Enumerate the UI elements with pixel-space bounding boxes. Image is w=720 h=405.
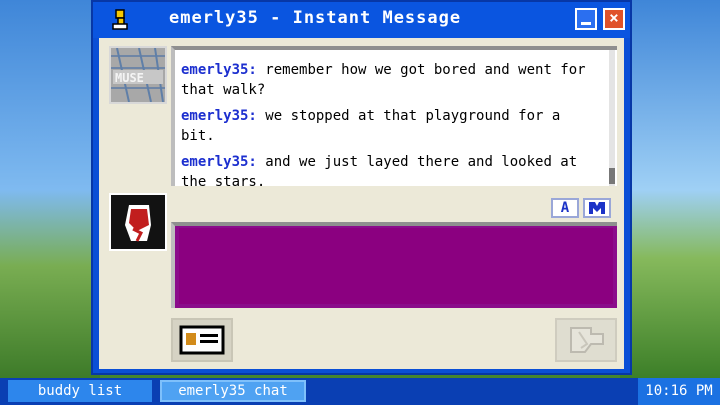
message-item: emerly35: and we just layed there and lo… <box>181 152 599 192</box>
muse-text: MUSE <box>115 71 144 85</box>
message-input-frame <box>171 222 617 308</box>
desktop-background-right <box>620 0 720 380</box>
window-client-area: MUSE emerly35: remember how we got bored… <box>99 38 624 369</box>
font-button[interactable]: A <box>551 198 579 218</box>
im-window: emerly35 - Instant Message × MUSE emerly… <box>91 0 632 375</box>
taskbar-buddy-list[interactable]: buddy list <box>8 380 152 402</box>
clock: 10:16 PM <box>638 378 720 405</box>
close-button[interactable]: × <box>603 8 625 30</box>
taskbar-chat-window[interactable]: emerly35 chat <box>160 380 306 402</box>
send-button[interactable] <box>555 318 617 362</box>
message-sender: emerly35: <box>181 62 257 78</box>
message-sender: emerly35: <box>181 108 257 124</box>
buddy-avatar[interactable]: MUSE <box>109 46 167 104</box>
message-item: emerly35: we stopped at that playground … <box>181 106 599 146</box>
scrollbar-track[interactable] <box>609 50 615 186</box>
message-list: emerly35: remember how we got bored and … <box>181 60 599 198</box>
scrollbar-thumb[interactable] <box>609 168 615 184</box>
message-item: emerly35: remember how we got bored and … <box>181 60 599 100</box>
conversation-log[interactable]: emerly35: remember how we got bored and … <box>171 46 617 190</box>
profile-card-icon <box>179 325 225 355</box>
muse-avatar-icon: MUSE <box>111 47 165 103</box>
title-bar[interactable]: emerly35 - Instant Message × <box>93 2 630 38</box>
aim-running-man-icon <box>112 9 128 30</box>
font-style-icon <box>589 202 605 214</box>
font-style-button[interactable] <box>583 198 611 218</box>
message-sender: emerly35: <box>181 154 257 170</box>
minimize-button[interactable] <box>575 8 597 30</box>
fist-avatar-icon <box>111 195 165 249</box>
taskbar: buddy list emerly35 chat 10:16 PM <box>0 378 720 405</box>
user-avatar[interactable] <box>109 193 167 251</box>
desktop-background-left <box>0 0 100 380</box>
send-hand-icon <box>570 327 604 353</box>
message-input[interactable] <box>179 228 613 304</box>
profile-button[interactable] <box>171 318 233 362</box>
window-title: emerly35 - Instant Message <box>169 8 462 28</box>
